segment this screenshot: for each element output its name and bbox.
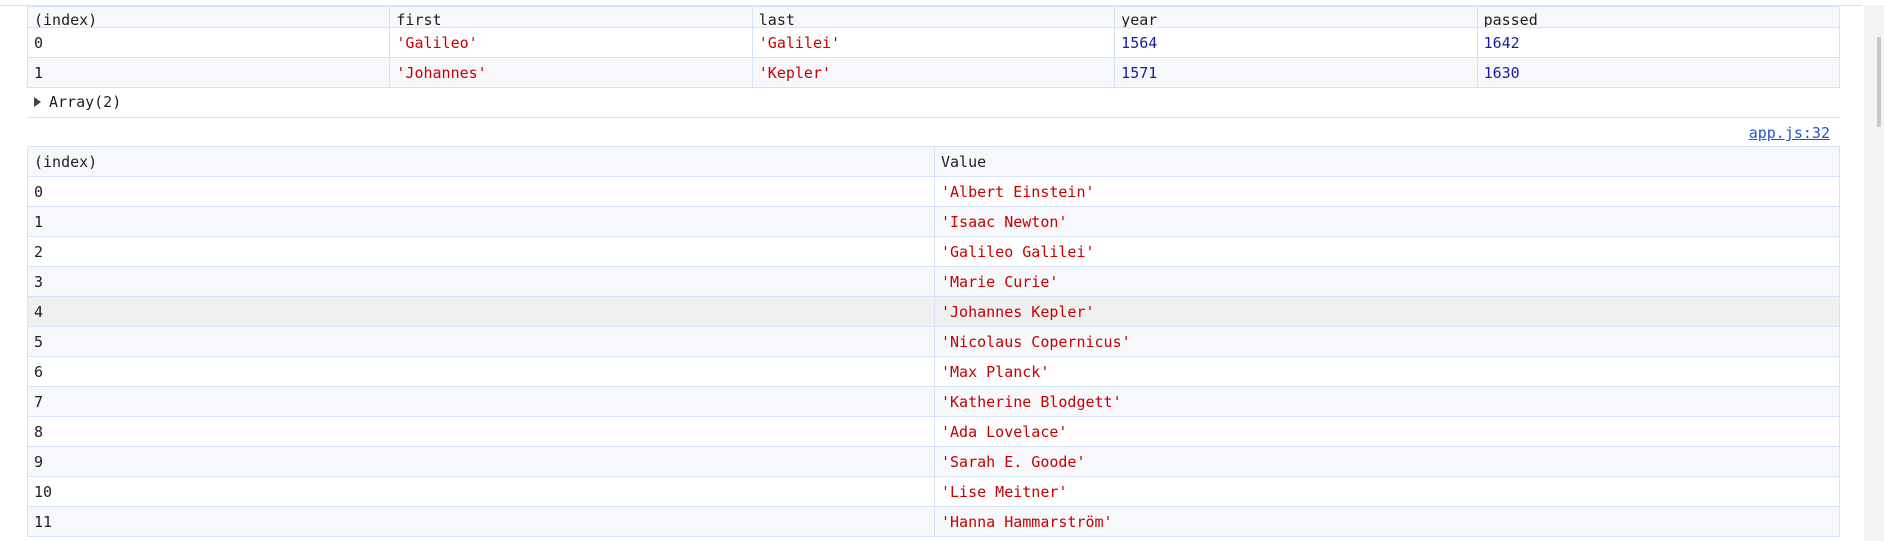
cell-last: 'Kepler' (751, 57, 1116, 88)
column-header-last[interactable]: last (751, 6, 1116, 28)
scrollbar-thumb[interactable] (1877, 37, 1881, 127)
source-link[interactable]: app.js:32 (1749, 124, 1830, 142)
cell-value: 'Nicolaus Copernicus' (934, 326, 1840, 357)
cell-value: 'Hanna Hammarström' (934, 506, 1840, 537)
cell-value: 'Albert Einstein' (934, 176, 1840, 207)
table-row: 1 'Isaac Newton' (27, 206, 1840, 237)
table-header-row: (index) first last year passed (26, 6, 1841, 28)
column-header-index[interactable]: (index) (27, 146, 935, 177)
array-summary[interactable]: Array(2) (27, 88, 1840, 118)
cell-passed: 1630 (1476, 57, 1841, 88)
cell-first: 'Johannes' (389, 57, 753, 88)
cell-value: 'Max Planck' (934, 356, 1840, 387)
cell-index: 2 (27, 236, 935, 267)
cell-index: 10 (27, 476, 935, 507)
table-row: 10 'Lise Meitner' (27, 476, 1840, 507)
table-header-row: (index) Value (27, 146, 1840, 177)
cell-index: 9 (27, 446, 935, 477)
column-header-passed[interactable]: passed (1476, 6, 1841, 28)
table-row: 7 'Katherine Blodgett' (27, 386, 1840, 417)
cell-index: 3 (27, 266, 935, 297)
cell-index: 11 (27, 506, 935, 537)
cell-first: 'Galileo' (389, 27, 753, 58)
table-row: 11 'Hanna Hammarström' (27, 506, 1840, 537)
cell-value: 'Ada Lovelace' (934, 416, 1840, 447)
table-row: 3 'Marie Curie' (27, 266, 1840, 297)
cell-index: 7 (27, 386, 935, 417)
column-header-year[interactable]: year (1114, 6, 1478, 28)
cell-index: 0 (26, 27, 391, 58)
scrollbar[interactable] (1864, 5, 1884, 541)
cell-value: 'Marie Curie' (934, 266, 1840, 297)
cell-last: 'Galilei' (751, 27, 1116, 58)
cell-value: 'Sarah E. Goode' (934, 446, 1840, 477)
cell-index: 4 (27, 296, 935, 327)
cell-value: 'Lise Meitner' (934, 476, 1840, 507)
cell-value: 'Galileo Galilei' (934, 236, 1840, 267)
cell-index: 0 (27, 176, 935, 207)
cell-value: 'Isaac Newton' (934, 206, 1840, 237)
cell-year: 1571 (1114, 57, 1478, 88)
column-header-first[interactable]: first (389, 6, 753, 28)
cell-index: 5 (27, 326, 935, 357)
table-row: 9 'Sarah E. Goode' (27, 446, 1840, 477)
table-row: 2 'Galileo Galilei' (27, 236, 1840, 267)
cell-value: 'Johannes Kepler' (934, 296, 1840, 327)
expand-triangle-icon[interactable] (34, 97, 41, 107)
table-row: 0 'Albert Einstein' (27, 176, 1840, 207)
array-label[interactable]: Array(2) (49, 93, 121, 111)
column-header-index[interactable]: (index) (26, 6, 391, 28)
cell-index: 6 (27, 356, 935, 387)
cell-year: 1564 (1114, 27, 1478, 58)
table-row: 0 'Galileo' 'Galilei' 1564 1642 (26, 27, 1841, 58)
table-row: 4 'Johannes Kepler' (27, 296, 1840, 327)
console-table-names: (index) Value 0 'Albert Einstein' 1 'Isaac … (27, 146, 1840, 537)
cell-passed: 1642 (1476, 27, 1841, 58)
cell-value: 'Katherine Blodgett' (934, 386, 1840, 417)
table-row: 8 'Ada Lovelace' (27, 416, 1840, 447)
column-header-value[interactable]: Value (934, 146, 1840, 177)
cell-index: 1 (27, 206, 935, 237)
console-table-scientists: (index) first last year passed 0 'Galileo… (26, 6, 1841, 88)
cell-index: 8 (27, 416, 935, 447)
table-row: 5 'Nicolaus Copernicus' (27, 326, 1840, 357)
table-row: 6 'Max Planck' (27, 356, 1840, 387)
table-row: 1 'Johannes' 'Kepler' 1571 1630 (26, 57, 1841, 88)
cell-index: 1 (26, 57, 391, 88)
